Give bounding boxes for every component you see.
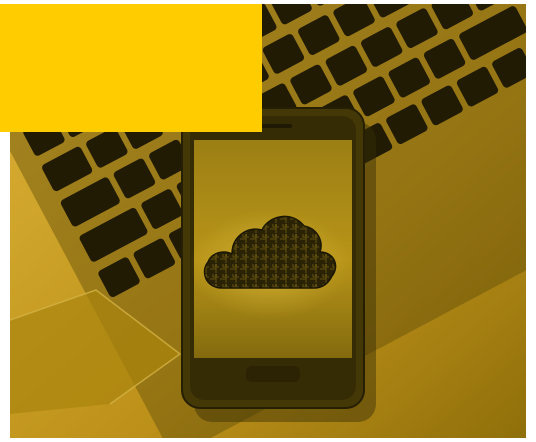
image-canvas [0,0,536,442]
yellow-overlay-block [0,4,262,132]
